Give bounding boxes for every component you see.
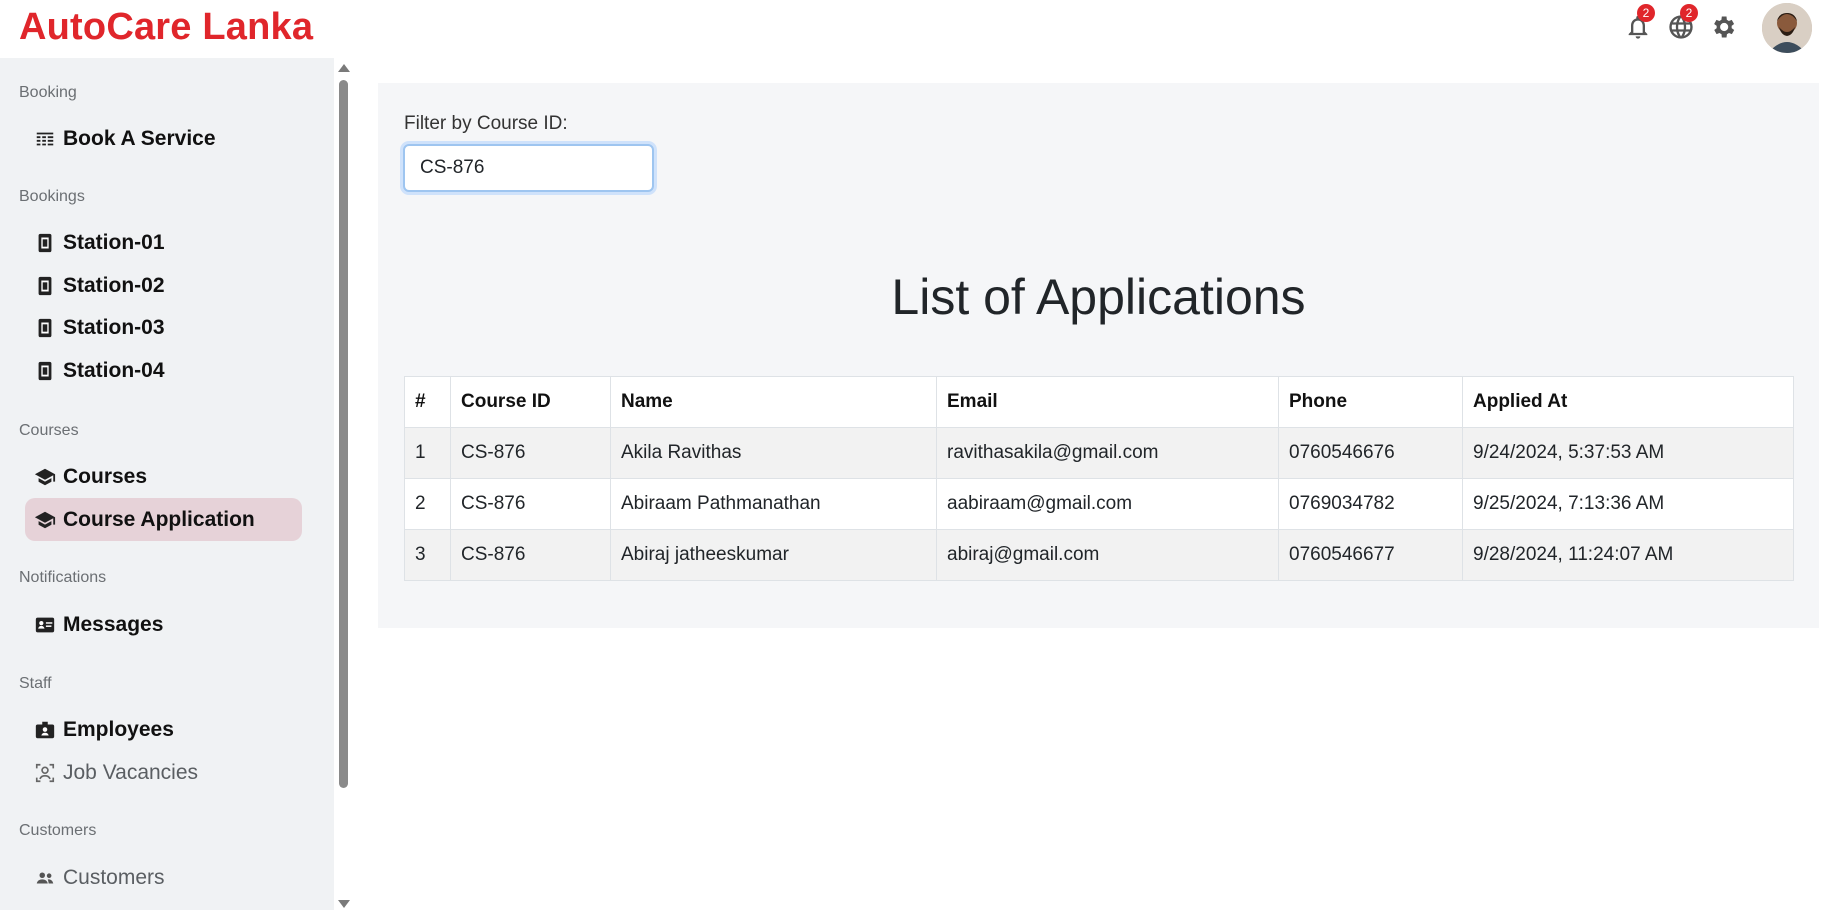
language-button[interactable]: 2 — [1664, 4, 1698, 44]
applications-table: # Course ID Name Email Phone Applied At … — [404, 376, 1794, 581]
station-icon — [33, 359, 57, 383]
table-cell: 1 — [404, 427, 451, 479]
contact-card-icon — [33, 613, 57, 637]
section-notifications: Notifications — [19, 569, 107, 586]
station-icon — [33, 231, 57, 255]
section-booking: Booking — [19, 84, 77, 101]
filter-label: Filter by Course ID: — [404, 113, 568, 134]
scroll-thumb[interactable] — [339, 80, 348, 788]
table-cell: 0760546676 — [1278, 427, 1463, 479]
sidebar-item-label: Employees — [63, 717, 174, 741]
column-header: Name — [610, 376, 937, 428]
table-cell: CS-876 — [450, 478, 611, 530]
scroll-up-arrow-icon[interactable] — [338, 64, 350, 72]
section-bookings: Bookings — [19, 188, 85, 205]
sidebar-item-customers[interactable]: Customers — [25, 856, 302, 899]
sidebar-item-label: Book A Service — [63, 126, 216, 150]
table-cell: 3 — [404, 529, 451, 581]
sidebar-item-station-04[interactable]: Station-04 — [25, 349, 302, 392]
sidebar-item-station-03[interactable]: Station-03 — [25, 306, 302, 349]
graduation-cap-icon — [33, 508, 57, 532]
table-cell: Abiraam Pathmanathan — [610, 478, 937, 530]
sidebar-item-label: Courses — [63, 464, 148, 488]
table-cell: 0760546677 — [1278, 529, 1463, 581]
column-header: Email — [936, 376, 1279, 428]
user-avatar[interactable] — [1762, 3, 1812, 53]
sidebar: Booking Book A Service Bookings Station-… — [0, 58, 334, 910]
avatar-image — [1762, 3, 1812, 53]
notifications-button[interactable]: 2 — [1621, 4, 1655, 44]
language-badge: 2 — [1680, 4, 1698, 22]
sidebar-scrollbar[interactable] — [334, 58, 352, 910]
sidebar-item-course-application[interactable]: Course Application — [25, 498, 302, 541]
column-header: Phone — [1278, 376, 1463, 428]
table-cell: 9/24/2024, 5:37:53 AM — [1462, 427, 1794, 479]
brand-logo[interactable]: AutoCare Lanka — [19, 6, 313, 49]
sidebar-item-employees[interactable]: Employees — [25, 708, 302, 751]
table-cell: 9/28/2024, 11:24:07 AM — [1462, 529, 1794, 581]
course-id-filter-input[interactable] — [403, 144, 654, 192]
sidebar-item-station-01[interactable]: Station-01 — [25, 221, 302, 264]
table-row: 1 CS-876 Akila Ravithas ravithasakila@gm… — [404, 427, 1794, 479]
table-cell: aabiraam@gmail.com — [936, 478, 1279, 530]
column-header: # — [404, 376, 451, 428]
table-cell: CS-876 — [450, 427, 611, 479]
applications-panel: Filter by Course ID: List of Application… — [378, 83, 1819, 628]
table-header-row: # Course ID Name Email Phone Applied At — [404, 376, 1794, 428]
table-row: 2 CS-876 Abiraam Pathmanathan aabiraam@g… — [404, 478, 1794, 530]
sidebar-item-courses[interactable]: Courses — [25, 455, 302, 498]
section-customers: Customers — [19, 822, 97, 839]
sidebar-item-messages[interactable]: Messages — [25, 603, 302, 646]
table-cell: Abiraj jatheeskumar — [610, 529, 937, 581]
table-cell: CS-876 — [450, 529, 611, 581]
table-cell: 9/25/2024, 7:13:36 AM — [1462, 478, 1794, 530]
sidebar-item-label: Messages — [63, 612, 164, 636]
scroll-down-arrow-icon[interactable] — [338, 900, 350, 908]
station-icon — [33, 274, 57, 298]
table-cell: ravithasakila@gmail.com — [936, 427, 1279, 479]
table-cell: 2 — [404, 478, 451, 530]
station-icon — [33, 316, 57, 340]
sidebar-item-station-02[interactable]: Station-02 — [25, 264, 302, 307]
graduation-cap-icon — [33, 465, 57, 489]
column-header: Course ID — [450, 376, 611, 428]
id-badge-icon — [33, 718, 57, 742]
sidebar-item-book-service[interactable]: Book A Service — [25, 117, 302, 160]
people-icon — [33, 866, 57, 890]
section-staff: Staff — [19, 675, 52, 692]
sidebar-item-label: Job Vacancies — [63, 760, 199, 784]
sidebar-item-label: Station-01 — [63, 230, 165, 254]
page-title: List of Applications — [891, 269, 1306, 325]
sidebar-item-label: Station-04 — [63, 358, 165, 382]
sidebar-item-label: Station-02 — [63, 273, 165, 297]
table-cell: Akila Ravithas — [610, 427, 937, 479]
sidebar-item-label: Course Application — [63, 507, 255, 531]
table-icon — [33, 127, 57, 151]
sidebar-item-label: Customers — [63, 865, 165, 889]
column-header: Applied At — [1462, 376, 1794, 428]
notifications-badge: 2 — [1637, 4, 1655, 22]
person-search-icon — [33, 761, 57, 785]
settings-button[interactable] — [1706, 10, 1740, 44]
sidebar-item-label: Station-03 — [63, 315, 165, 339]
sidebar-item-job-vacancies[interactable]: Job Vacancies — [25, 751, 302, 794]
gear-icon — [1714, 16, 1735, 38]
table-cell: 0769034782 — [1278, 478, 1463, 530]
table-cell: abiraj@gmail.com — [936, 529, 1279, 581]
table-row: 3 CS-876 Abiraj jatheeskumar abiraj@gmai… — [404, 529, 1794, 581]
top-header: AutoCare Lanka 2 2 — [0, 0, 1833, 58]
section-courses: Courses — [19, 422, 79, 439]
